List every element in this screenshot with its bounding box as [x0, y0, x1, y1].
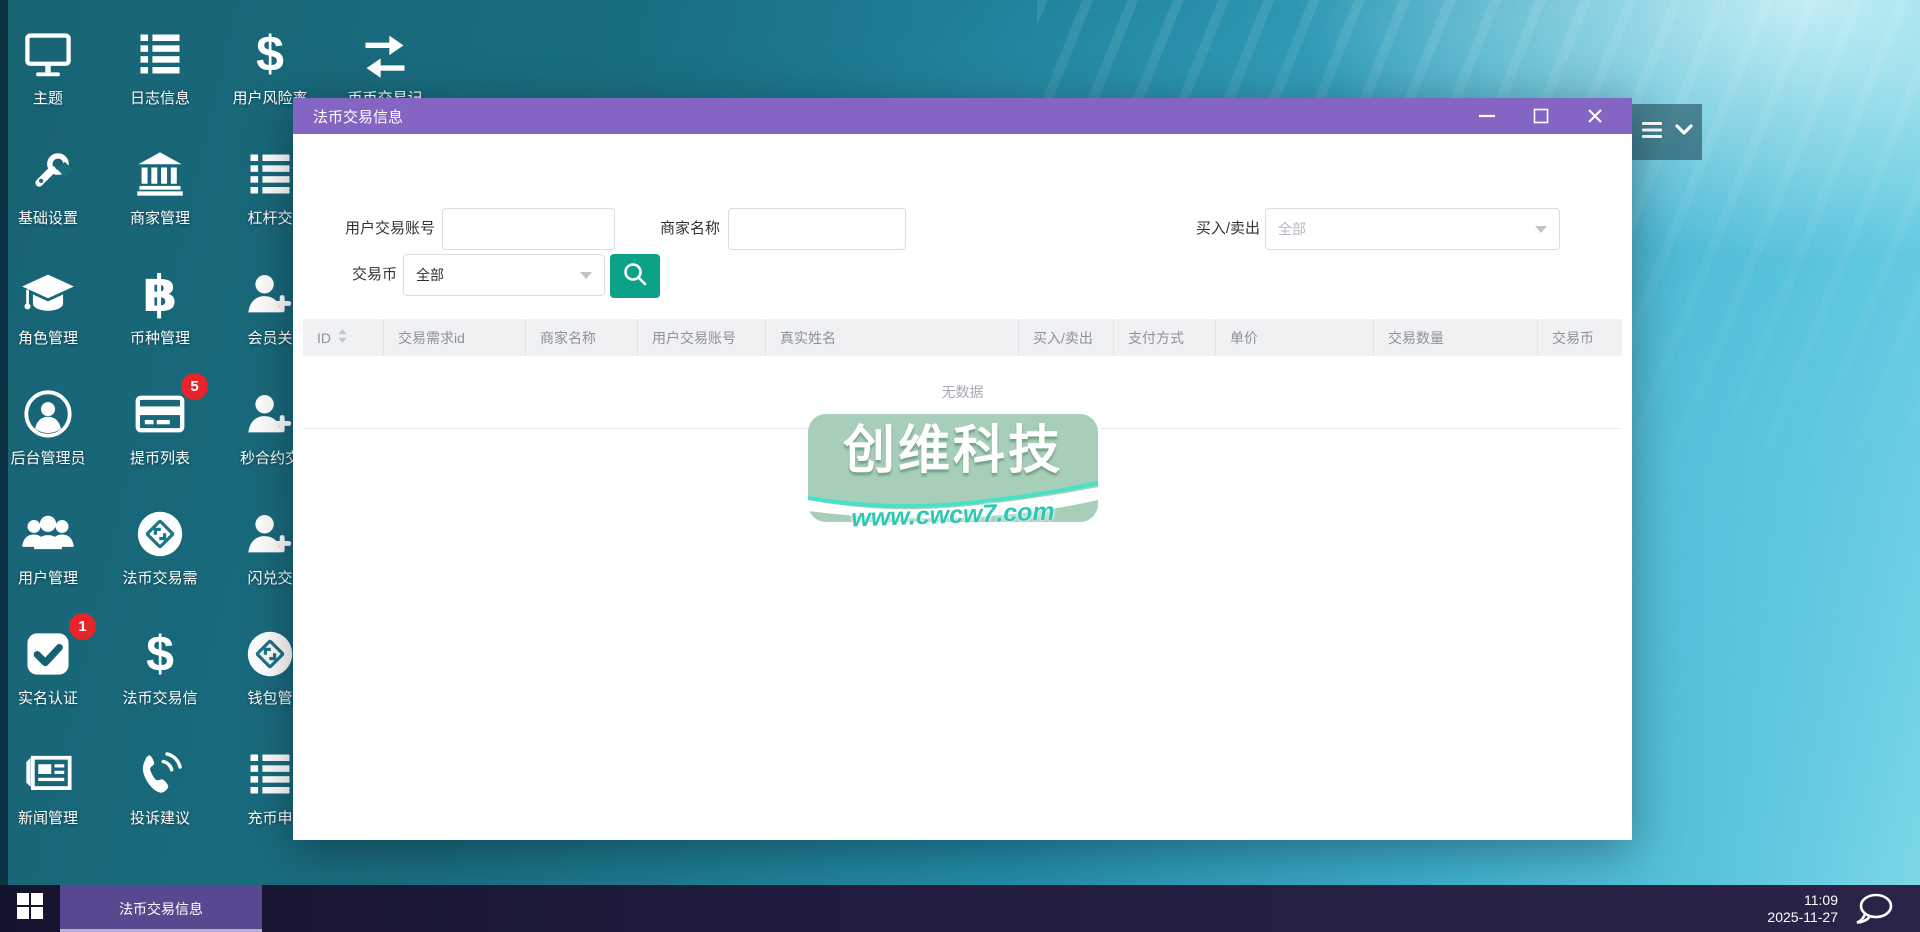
table-column-label: 交易数量 — [1388, 329, 1444, 346]
buy-sell-label: 买入/卖出 — [1195, 220, 1260, 237]
taskbar: 法币交易信息 11:09 2025-11-27 — [0, 885, 1920, 932]
buy-sell-select[interactable]: 全部 — [1265, 208, 1560, 250]
merchant-name-input[interactable] — [728, 208, 906, 250]
user-trade-account-input[interactable] — [442, 208, 615, 250]
desktop-icon[interactable]: 币币交易记 — [320, 24, 450, 108]
table-header-row: ID 交易需求id 商家名称 用户交易账号 真实姓名 买入/卖出 支付方式 单价 交易数量 交易币 — [303, 319, 1622, 356]
chevron-down-icon — [1674, 123, 1693, 141]
chat-bubble-icon[interactable] — [1854, 892, 1894, 926]
table-column-header[interactable]: 支付方式 — [1114, 319, 1216, 356]
table-column-header[interactable]: ID — [303, 319, 384, 356]
table-column-label: 交易需求id — [398, 329, 465, 346]
table-column-label: 单价 — [1230, 329, 1258, 346]
window-titlebar[interactable]: 法币交易信息 — [293, 98, 1632, 134]
dropdown-caret-icon — [1535, 226, 1547, 239]
exchange-arrows-icon — [320, 24, 450, 80]
fiat-trade-info-window: 法币交易信息 用户交易账号 商家名称 买入/卖出 全部 交易币 全部 ID 交易… — [293, 98, 1632, 840]
search-button[interactable] — [610, 254, 660, 298]
table-column-label: 真实姓名 — [780, 329, 836, 346]
window-controls — [1460, 98, 1622, 134]
table-column-label: 买入/卖出 — [1033, 329, 1093, 346]
merchant-name-label: 商家名称 — [659, 220, 720, 237]
table-column-header[interactable]: 买入/卖出 — [1019, 319, 1114, 356]
dropdown-caret-icon — [580, 272, 592, 285]
clock-time: 11:09 — [1804, 891, 1838, 908]
trade-coin-select-value: 全部 — [416, 267, 444, 283]
close-button[interactable] — [1568, 98, 1622, 134]
windows-logo-icon — [17, 893, 43, 924]
start-button[interactable] — [0, 885, 60, 932]
taskbar-tray: 11:09 2025-11-27 — [1767, 892, 1920, 926]
desktop-wallpaper: 主题日志信息$用户风险率币币交易记基础设置商家管理杠杆交角色管理฿币种管理会员关… — [0, 0, 1920, 932]
notification-badge: 1 — [69, 613, 96, 640]
table-column-header[interactable]: 商家名称 — [526, 319, 638, 356]
table-column-label: 用户交易账号 — [652, 329, 736, 346]
taskbar-active-task[interactable]: 法币交易信息 — [60, 885, 262, 932]
trades-table: ID 交易需求id 商家名称 用户交易账号 真实姓名 买入/卖出 支付方式 单价 交易数量 交易币… — [303, 319, 1622, 429]
maximize-button[interactable] — [1514, 98, 1568, 134]
table-column-header[interactable]: 交易币 — [1538, 319, 1622, 356]
table-column-label: 支付方式 — [1128, 329, 1184, 346]
notification-badge: 5 — [181, 373, 208, 400]
clock-date: 2025-11-27 — [1767, 908, 1838, 925]
table-column-label: ID — [317, 329, 331, 346]
table-column-header[interactable]: 单价 — [1216, 319, 1374, 356]
window-title: 法币交易信息 — [313, 108, 404, 126]
table-column-header[interactable]: 交易数量 — [1374, 319, 1538, 356]
hamburger-icon — [1641, 121, 1662, 143]
user-trade-account-label: 用户交易账号 — [344, 220, 435, 237]
table-empty-row: 无数据 — [303, 356, 1622, 429]
search-icon — [622, 261, 648, 292]
dollar-icon: $ — [256, 26, 284, 82]
desktop-icon[interactable]: $ 用户风险率 — [205, 24, 335, 108]
taskbar-clock[interactable]: 11:09 2025-11-27 — [1767, 892, 1838, 926]
table-column-header[interactable]: 交易需求id — [384, 319, 526, 356]
minimize-button[interactable] — [1460, 98, 1514, 134]
empty-text: 无数据 — [941, 384, 984, 400]
trade-coin-select[interactable]: 全部 — [403, 254, 605, 296]
table-column-label: 交易币 — [1552, 329, 1594, 346]
table-column-header[interactable]: 用户交易账号 — [638, 319, 766, 356]
floating-menu-button[interactable] — [1632, 104, 1702, 160]
buy-sell-select-value: 全部 — [1278, 221, 1306, 237]
sort-caret-icon[interactable] — [337, 328, 348, 347]
trade-coin-label: 交易币 — [351, 266, 397, 283]
taskbar-task-label: 法币交易信息 — [119, 900, 203, 917]
table-column-label: 商家名称 — [540, 329, 596, 346]
table-column-header[interactable]: 真实姓名 — [766, 319, 1019, 356]
window-body: 用户交易账号 商家名称 买入/卖出 全部 交易币 全部 ID 交易需求id 商家名称… — [293, 134, 1632, 840]
